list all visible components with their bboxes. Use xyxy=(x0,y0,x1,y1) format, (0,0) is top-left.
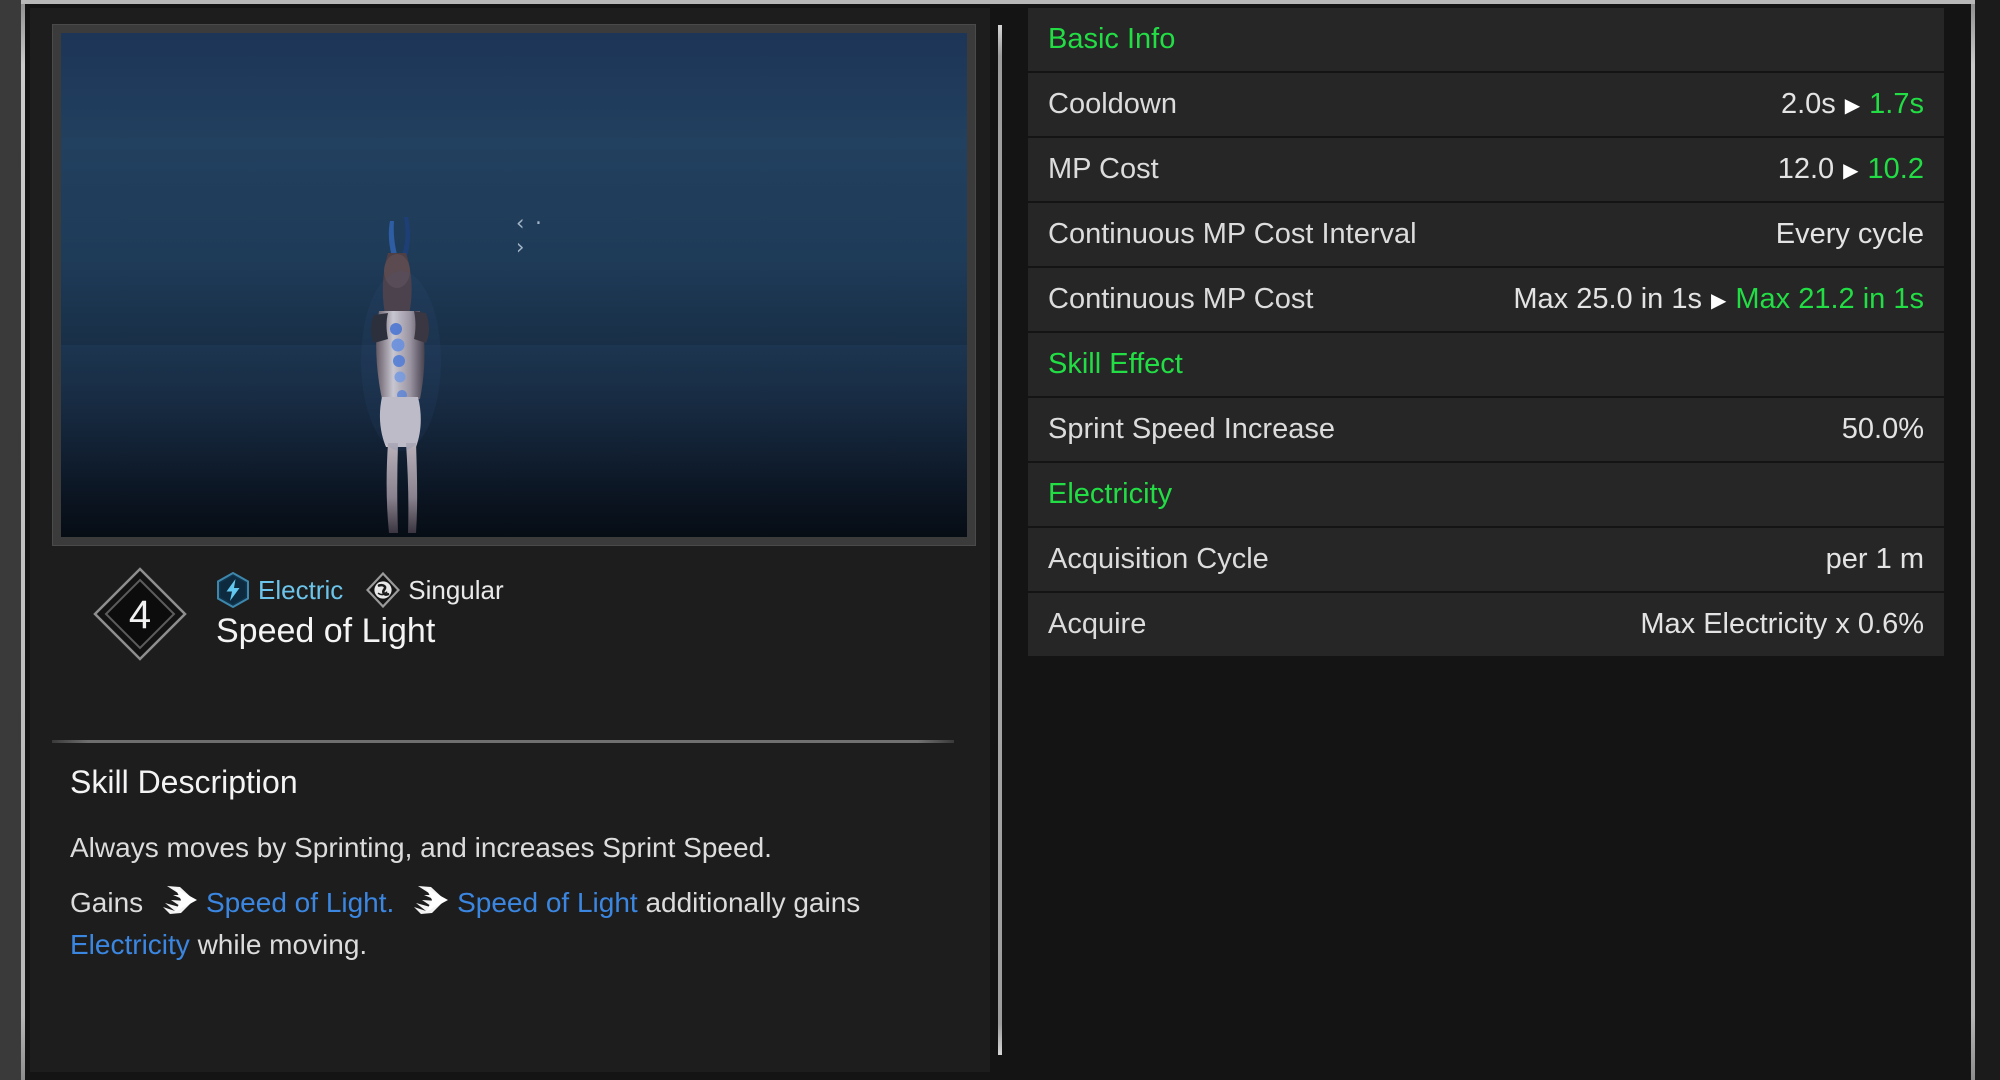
stat-label: Basic Info xyxy=(1048,23,1176,55)
skill-stats-panel: Basic Info Cooldown 2.0s ▶ 1.7s MP Cost 12.0 ▶ 1… xyxy=(1028,8,1944,1072)
stat-row: Continuous MP Cost Max 25.0 in 1s ▶ Max 21.… xyxy=(1028,268,1944,331)
skill-description-heading: Skill Description xyxy=(70,764,298,800)
stat-upgrade-arrow-icon: ▶ xyxy=(1843,159,1859,182)
stat-value: 12.0 ▶ 10.2 xyxy=(1778,153,1924,186)
stat-value-base: Every cycle xyxy=(1775,218,1924,250)
stat-label: Acquire xyxy=(1048,608,1147,640)
stat-value: 50.0% xyxy=(1842,413,1924,446)
stat-label: Cooldown xyxy=(1048,88,1177,120)
desc-middle: additionally gains xyxy=(645,887,861,919)
stat-row: Acquisition Cycle per 1 m xyxy=(1028,528,1944,591)
window-frame-top-edge xyxy=(21,0,1975,4)
character-model xyxy=(361,217,441,533)
buff-link-speed-of-light-1[interactable]: Speed of Light. xyxy=(206,887,394,918)
stat-row: Sprint Speed Increase 50.0% xyxy=(1028,398,1944,461)
skill-header: 4 Electric Singular Speed of Light xyxy=(76,566,956,686)
stat-value-base: 12.0 xyxy=(1777,153,1835,185)
stat-row: MP Cost 12.0 ▶ 10.2 xyxy=(1028,138,1944,201)
window-frame-left-bevel xyxy=(0,0,22,1080)
stat-value: 2.0s ▶ 1.7s xyxy=(1781,88,1924,121)
stat-label: Continuous MP Cost Interval xyxy=(1048,218,1417,250)
keyword-link-electricity[interactable]: Electricity xyxy=(70,929,190,960)
skill-detail-screen: ‹ · › 4 Electric Singular Speed of Light… xyxy=(0,0,2000,1080)
desc-suffix: while moving. xyxy=(197,928,368,960)
skill-rank-badge: 4 xyxy=(92,566,188,662)
skill-tag-electric-label: Electric xyxy=(258,574,344,605)
stat-value: Max Electricity x 0.6% xyxy=(1640,608,1924,641)
speed-bolt-icon xyxy=(162,886,197,915)
stat-row: Continuous MP Cost Interval Every cycle xyxy=(1028,203,1944,266)
stat-value-base: 2.0s xyxy=(1780,88,1836,120)
stat-value-base: Max 25.0 in 1s xyxy=(1513,283,1702,315)
stat-row: Cooldown 2.0s ▶ 1.7s xyxy=(1028,73,1944,136)
column-divider xyxy=(998,25,1002,1055)
stat-label: Skill Effect xyxy=(1048,348,1183,380)
stat-section-header: Basic Info xyxy=(1028,8,1944,71)
stat-value-base: 50.0% xyxy=(1841,413,1924,445)
speed-bolt-icon xyxy=(414,886,449,915)
skill-left-panel: ‹ · › 4 Electric Singular Speed of Light… xyxy=(30,8,990,1072)
skill-description-block: Skill Description Always moves by Sprint… xyxy=(70,764,970,979)
stat-value-base: Max Electricity x 0.6% xyxy=(1640,608,1924,640)
skill-tag-singular-label: Singular xyxy=(408,574,504,605)
left-panel-divider xyxy=(52,740,954,743)
stat-label: Electricity xyxy=(1048,478,1173,510)
skill-rank-number: 4 xyxy=(128,593,152,637)
stat-value: per 1 m xyxy=(1826,543,1924,576)
stat-upgrade-arrow-icon: ▶ xyxy=(1711,289,1727,312)
stat-label: Acquisition Cycle xyxy=(1048,543,1269,575)
stat-label: Sprint Speed Increase xyxy=(1048,413,1335,445)
stat-label: MP Cost xyxy=(1048,153,1159,185)
aim-reticle-icon: ‹ · › xyxy=(516,211,544,259)
stat-label: Continuous MP Cost xyxy=(1048,283,1314,315)
electric-hexagon-icon xyxy=(217,572,249,608)
buff-link-speed-of-light-2[interactable]: Speed of Light xyxy=(457,887,638,918)
desc-prefix: Gains xyxy=(70,887,144,919)
stat-value-upgraded: 1.7s xyxy=(1869,88,1924,120)
stat-row: Acquire Max Electricity x 0.6% xyxy=(1028,593,1944,656)
stat-value-upgraded: 10.2 xyxy=(1867,153,1924,185)
window-frame-right-bevel xyxy=(1975,0,2000,1080)
skill-tag-row: Electric Singular xyxy=(216,572,518,608)
stat-upgrade-arrow-icon: ▶ xyxy=(1844,94,1861,117)
skill-tag-electric[interactable]: Electric xyxy=(216,572,343,608)
skill-description-paragraph-2: Gains Speed of Light. Speed of Light add… xyxy=(70,882,970,965)
skill-preview-frame[interactable]: ‹ · › xyxy=(52,24,976,546)
skill-tag-singular[interactable]: Singular xyxy=(366,572,504,608)
stat-section-header: Electricity xyxy=(1028,463,1944,526)
singular-diamond-icon xyxy=(366,572,401,608)
skill-description-paragraph-1: Always moves by Sprinting, and increases… xyxy=(70,832,772,863)
stat-value: Max 25.0 in 1s ▶ Max 21.2 in 1s xyxy=(1513,283,1924,316)
skill-preview-viewport[interactable]: ‹ · › xyxy=(61,33,967,537)
stat-value-upgraded: Max 21.2 in 1s xyxy=(1735,283,1924,315)
stat-value: Every cycle xyxy=(1776,218,1924,251)
stat-section-header: Skill Effect xyxy=(1028,333,1944,396)
skill-title: Speed of Light xyxy=(216,612,436,650)
stat-value-base: per 1 m xyxy=(1825,543,1924,575)
